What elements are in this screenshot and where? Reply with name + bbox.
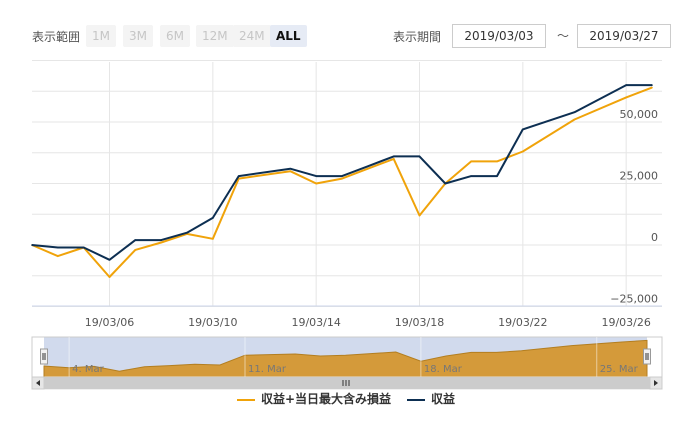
legend-item-series-a[interactable]: 収益+当日最大含み損益 — [237, 390, 391, 407]
series-point-b — [82, 246, 85, 249]
series-point-b — [496, 175, 498, 177]
series-point-a — [470, 160, 472, 163]
legend-swatch-series-b — [407, 398, 425, 401]
scrollbar[interactable] — [31, 376, 663, 390]
series-point-a — [573, 118, 576, 121]
series-point-b — [573, 111, 576, 113]
series-point-a — [160, 241, 162, 244]
series-point-a — [418, 214, 421, 217]
legend-label-series-b: 収益 — [431, 392, 456, 406]
series-point-b — [367, 165, 369, 168]
navigator-left-handle — [40, 348, 48, 365]
x-tick-label: 19/03/26 — [601, 316, 650, 329]
series-point-b — [289, 167, 292, 170]
series-point-b — [470, 175, 472, 177]
series-point-a — [522, 150, 524, 153]
series-point-b — [212, 217, 214, 219]
legend-item-series-b[interactable]: 収益 — [407, 390, 455, 407]
series-point-a — [341, 177, 343, 180]
scrollbar-thumb — [44, 377, 650, 389]
series-point-b — [444, 182, 447, 185]
navigator-label: 25. Mar — [600, 364, 639, 375]
series-point-b — [315, 175, 317, 177]
series-point-b — [160, 239, 162, 241]
navigator[interactable]: 4. Mar 11. Mar 18. Mar 25. Mar — [31, 336, 663, 378]
series-point-b — [31, 244, 33, 246]
series-point-a — [625, 96, 627, 99]
legend-swatch-series-a — [237, 398, 255, 401]
x-tick-label: 19/03/06 — [85, 316, 134, 329]
gridlines — [32, 60, 662, 307]
series-point-a — [651, 86, 653, 89]
series-point-a — [496, 160, 498, 163]
series-point-b — [625, 84, 627, 86]
series-point-a — [367, 167, 369, 170]
series-point-a — [212, 238, 214, 240]
series-point-a — [134, 249, 137, 251]
chart-area[interactable]: 19/03/06 19/03/10 19/03/14 19/03/18 19/03/22… — [0, 0, 694, 424]
y-tick-label: −25,000 — [610, 293, 658, 306]
y-tick-label: 25,000 — [620, 170, 659, 183]
series-point-b — [522, 128, 524, 131]
series-point-b — [418, 155, 421, 158]
navigator-label: 11. Mar — [248, 364, 287, 375]
series-point-b — [108, 258, 111, 261]
x-axis: 19/03/06 19/03/10 19/03/14 19/03/18 19/03/22… — [85, 316, 651, 329]
series-point-b — [392, 155, 395, 158]
series-point-a — [392, 158, 395, 160]
x-tick-label: 19/03/22 — [498, 316, 547, 329]
y-tick-label: 50,000 — [620, 108, 659, 121]
x-tick-label: 19/03/10 — [188, 316, 237, 329]
navigator-right-handle — [643, 348, 651, 365]
series-lines — [31, 84, 653, 278]
series-point-b — [237, 175, 240, 177]
series-point-a — [108, 276, 111, 278]
series-point-a — [57, 255, 59, 257]
series-point-b — [651, 84, 653, 86]
legend-label-series-a: 収益+当日最大含み損益 — [261, 392, 392, 406]
navigator-label: 4. Mar — [72, 364, 104, 375]
x-tick-label: 19/03/18 — [395, 316, 444, 329]
series-point-a — [315, 182, 317, 185]
navigator-label: 18. Mar — [424, 364, 463, 375]
x-tick-label: 19/03/14 — [291, 316, 340, 329]
legend: 収益+当日最大含み損益 収益 — [0, 390, 694, 408]
series-point-b — [341, 175, 343, 177]
series-line-b — [31, 84, 652, 261]
series-point-b — [186, 231, 188, 234]
series-point-b — [134, 239, 137, 241]
series-point-b — [57, 246, 59, 249]
y-tick-label: 0 — [651, 231, 658, 244]
series-point-a — [289, 170, 292, 172]
